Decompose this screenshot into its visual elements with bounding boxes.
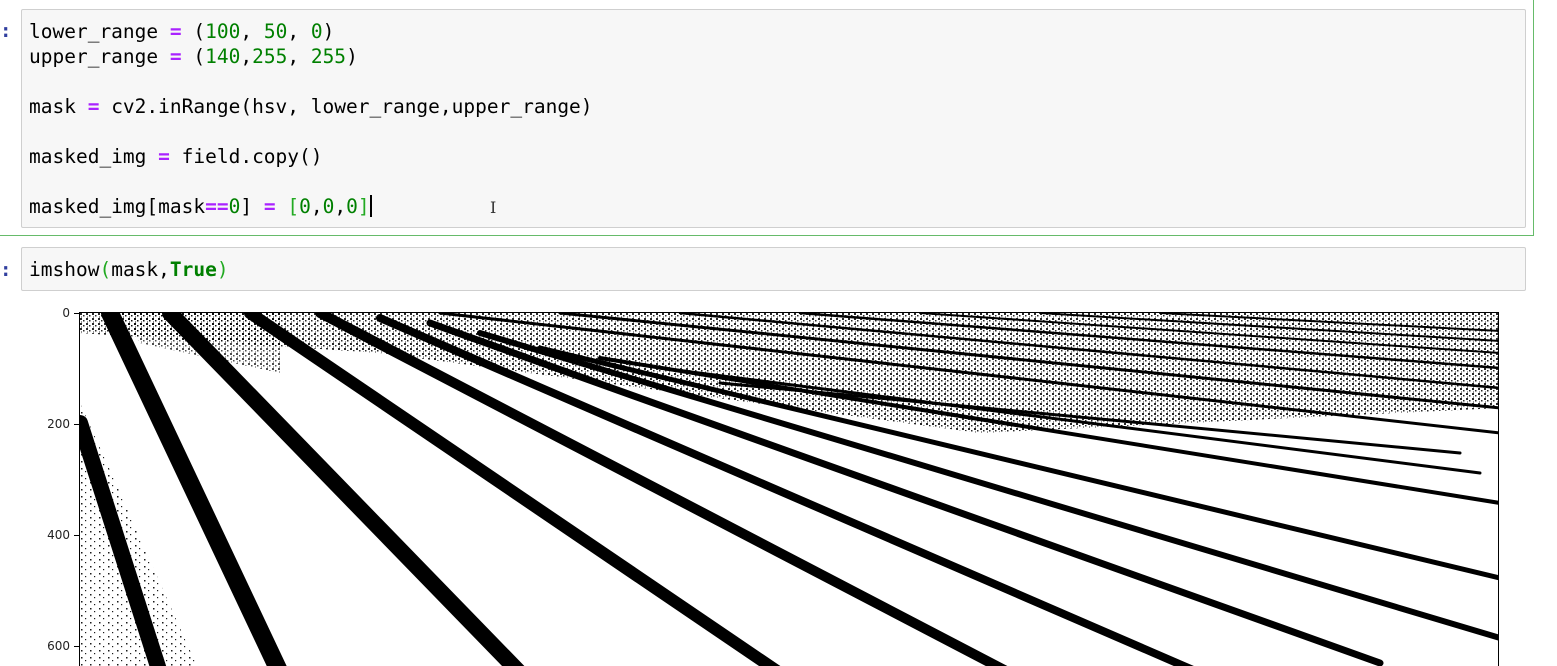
code-line-2: upper_range = (140,255, 255) (29, 45, 358, 68)
y-tick-label-0: 0 (62, 306, 70, 320)
code-line-1: lower_range = (100, 50, 0) (29, 20, 335, 43)
code-line-6: masked_img = field.copy() (29, 145, 323, 168)
cell-1-code[interactable]: lower_range = (100, 50, 0) upper_range =… (29, 19, 593, 219)
y-tick-label-600: 600 (47, 639, 70, 653)
y-tick-label-200: 200 (47, 417, 70, 431)
ibeam-cursor-icon: I (490, 198, 497, 217)
binary-mask-image-icon (80, 313, 1498, 666)
cell-2-prompt: : (0, 259, 12, 281)
cell-1-prompt: : (0, 20, 12, 42)
cell-2-editor[interactable]: imshow(mask,True) (21, 247, 1526, 291)
output-plot: 0 200 400 600 (20, 300, 1520, 666)
code-line-8: masked_img[mask==0] = [0,0,0] (29, 195, 372, 218)
code-line-4: mask = cv2.inRange(hsv, lower_range,uppe… (29, 95, 593, 118)
text-cursor (369, 195, 372, 217)
cell-2-code[interactable]: imshow(mask,True) (29, 257, 229, 282)
y-tick-label-400: 400 (47, 528, 70, 542)
cell-1-editor[interactable]: lower_range = (100, 50, 0) upper_range =… (21, 9, 1526, 228)
mask-image (79, 312, 1499, 666)
